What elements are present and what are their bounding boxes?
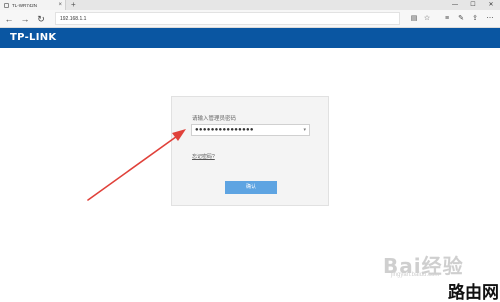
address-url: 192.168.1.1	[60, 16, 87, 22]
brand-header: TP-LINK	[0, 28, 500, 48]
back-icon[interactable]: ←	[3, 13, 15, 25]
minimize-button[interactable]: —	[446, 0, 464, 10]
login-card: 请输入管理员密码 ●●●●●●●●●●●●●●● ▾ 忘记密码? 确认	[171, 96, 329, 206]
maximize-button[interactable]: ☐	[464, 0, 482, 10]
forgot-password-link[interactable]: 忘记密码?	[192, 153, 215, 160]
favorite-star-icon[interactable]: ☆	[421, 13, 433, 25]
browser-toolbar: ← → ↻ 192.168.1.1 ▤ ☆ ≡ ✎ ⇪ ⋯	[0, 10, 500, 28]
jingyan-watermark: jingyan.baidu.com	[391, 272, 440, 278]
password-field[interactable]: ●●●●●●●●●●●●●●● ▾	[191, 124, 310, 136]
site-watermark: 路由网	[448, 283, 499, 302]
new-tab-button[interactable]: +	[71, 0, 76, 10]
tab-title: TL-WR742N	[12, 2, 38, 8]
refresh-icon[interactable]: ↻	[35, 13, 47, 25]
address-bar[interactable]: 192.168.1.1	[55, 12, 400, 25]
close-window-button[interactable]: ✕	[482, 0, 500, 10]
password-value: ●●●●●●●●●●●●●●●	[195, 127, 254, 133]
close-tab-icon[interactable]: ×	[58, 1, 62, 9]
browser-tab[interactable]: TL-WR742N ×	[0, 0, 66, 10]
chevron-down-icon[interactable]: ▾	[303, 125, 306, 136]
tp-link-logo: TP-LINK	[10, 32, 57, 43]
hub-icon[interactable]: ≡	[441, 13, 453, 25]
page-icon	[4, 2, 9, 8]
window-controls: — ☐ ✕	[446, 0, 500, 10]
browser-window: TL-WR742N × + — ☐ ✕ ← → ↻ 192.168.1.1 ▤ …	[0, 0, 500, 302]
tab-strip: TL-WR742N × + — ☐ ✕	[0, 0, 500, 10]
share-icon[interactable]: ⇪	[469, 13, 481, 25]
password-prompt: 请输入管理员密码	[192, 116, 237, 122]
more-icon[interactable]: ⋯	[484, 13, 496, 25]
confirm-button[interactable]: 确认	[225, 181, 277, 194]
web-note-icon[interactable]: ✎	[455, 13, 467, 25]
reading-view-icon[interactable]: ▤	[408, 13, 420, 25]
forward-icon[interactable]: →	[19, 13, 31, 25]
